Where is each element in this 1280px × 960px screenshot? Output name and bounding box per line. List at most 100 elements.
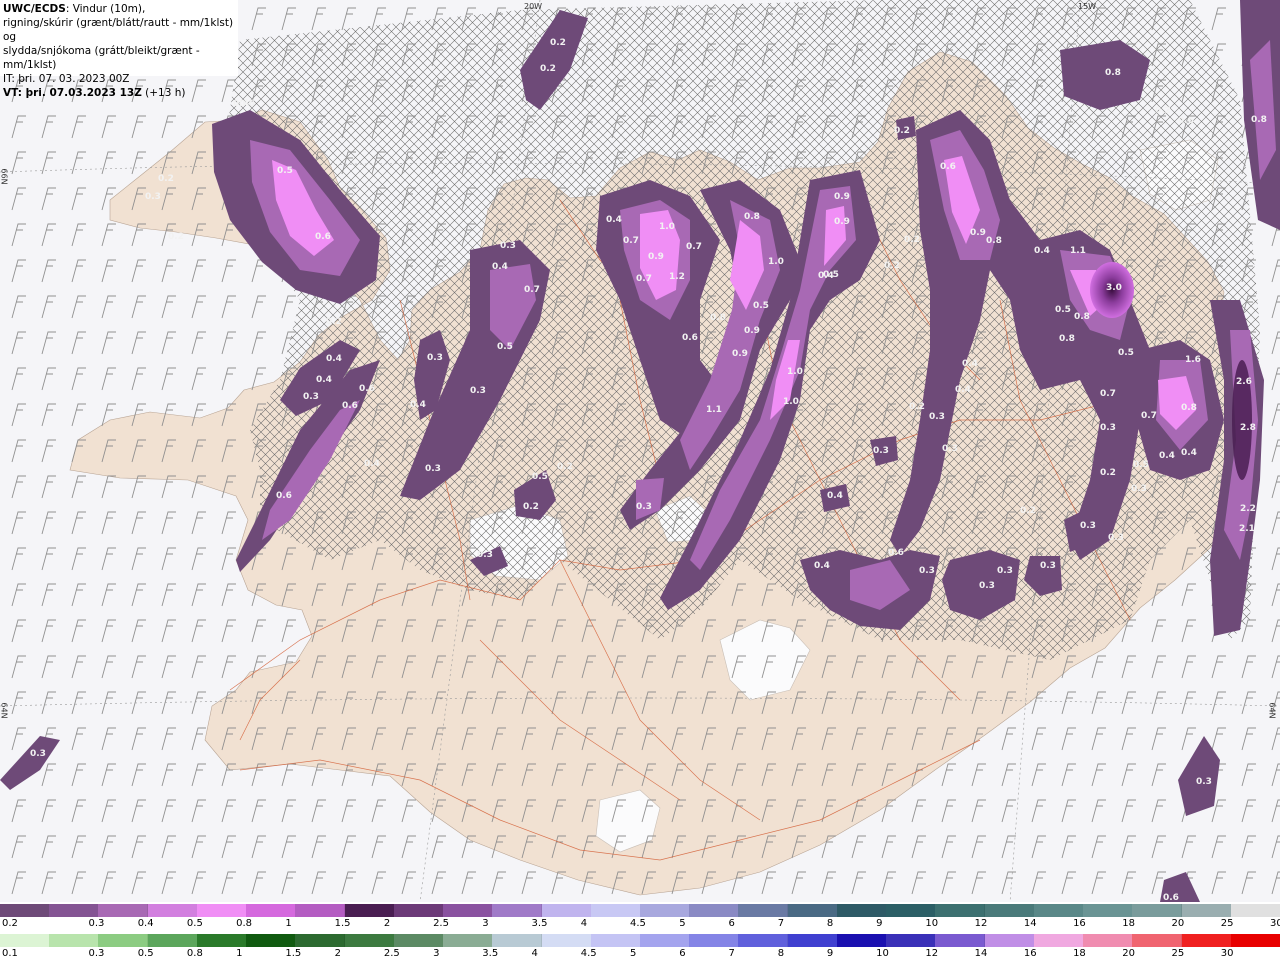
precip-label: 0.2	[168, 232, 184, 242]
legend-label: 1.5	[285, 948, 302, 959]
legend-label: 4.5	[580, 948, 597, 959]
precip-label: 0.2	[909, 402, 925, 412]
legend-label: 12	[974, 918, 988, 929]
precip-label: 1.0	[783, 397, 799, 407]
precip-label: 1.0	[659, 222, 675, 232]
precip-label: 0.6	[276, 491, 292, 501]
precip-label: 0.3	[873, 446, 889, 456]
legend-swatch	[886, 934, 937, 947]
legend-label: 14	[1023, 918, 1037, 929]
legend-label: 5	[679, 918, 686, 929]
legend-swatch	[1181, 934, 1232, 947]
legend-swatch	[147, 934, 198, 947]
precip-label: 0.9	[744, 326, 760, 336]
precip-label: 0.7	[524, 285, 540, 295]
legend-swatch	[196, 934, 247, 947]
precip-label: 0.2	[326, 317, 342, 327]
legend-label: 30	[1270, 918, 1280, 929]
precip-label: 0.3	[303, 392, 319, 402]
precip-label: 0.9	[648, 252, 664, 262]
legend-label: 0.8	[236, 918, 253, 929]
precip-label: 0.3	[636, 502, 652, 512]
precip-label: 0.3	[979, 581, 995, 591]
legend-label: 0.5	[186, 918, 203, 929]
precip-label: 0.2	[1155, 106, 1171, 116]
legend-swatch	[541, 934, 592, 947]
precip-label: 1.1	[1070, 246, 1086, 256]
legend-label: 2.5	[433, 918, 449, 929]
precip-label: 0.2	[557, 462, 573, 472]
precip-label: 0.5	[497, 342, 513, 352]
precip-label: 1.2	[669, 272, 685, 282]
precip-label: 0.5	[277, 166, 293, 176]
precip-label: 0.3	[425, 464, 441, 474]
precip-label: 0.7	[636, 274, 652, 284]
precip-label: 0.8	[710, 313, 726, 323]
precip-label: 0.5	[1133, 460, 1149, 470]
legend-label: 12	[925, 948, 939, 959]
graticule-label-64n-right: 64N	[1267, 702, 1277, 719]
precip-label: 0.3	[1131, 484, 1147, 494]
legend-swatch	[246, 904, 297, 917]
forecast-map[interactable]: 0.2 0.2 0.6 0.3 0.2 0.2 0.5 0.6 0.2 0.4 …	[0, 0, 1280, 960]
precip-label: 0.3	[427, 353, 443, 363]
legend-label: 3.5	[531, 918, 548, 929]
precip-label: 1.1	[706, 405, 722, 415]
legend-label: 6	[728, 918, 735, 929]
legend-label: 14	[974, 948, 988, 959]
precip-label: 0.4	[233, 99, 249, 109]
legend-swatch	[640, 904, 690, 917]
legend-label: 30	[1220, 948, 1234, 959]
legend-label: 20	[1171, 918, 1185, 929]
legend-label: 0.3	[88, 948, 105, 959]
precip-label: 0.4	[606, 215, 622, 225]
legend-swatch	[689, 904, 740, 917]
snow-legend-bar	[0, 904, 1280, 917]
legend-swatch	[738, 904, 789, 917]
legend-label: 18	[1073, 948, 1086, 959]
precip-label: 0.3	[997, 566, 1013, 576]
precip-label: 0.4	[1159, 451, 1175, 461]
precip-label: 0.3	[470, 386, 486, 396]
legend-swatch	[492, 904, 543, 917]
legend-swatch	[836, 934, 887, 947]
precip-label: 0.6	[888, 548, 904, 558]
precip-label: 0.8	[1251, 115, 1267, 125]
precip-label: 1.0	[768, 257, 784, 267]
valid-time-offset: (+13 h)	[141, 87, 186, 99]
precip-label: 0.7	[623, 236, 639, 246]
legend-swatch	[1230, 934, 1280, 947]
precip-label: 0.4	[962, 359, 978, 369]
precip-label: 0.3	[30, 749, 46, 759]
legend-swatch	[147, 904, 198, 917]
legend-swatch	[1033, 904, 1084, 917]
legend-swatch	[541, 904, 592, 917]
legend-swatch	[344, 904, 395, 917]
legend-swatch	[886, 904, 937, 917]
legend-swatch	[1083, 934, 1134, 947]
precip-label: 0.9	[834, 217, 850, 227]
legend-swatch	[196, 904, 247, 917]
legend-swatch	[98, 934, 149, 947]
legend-label: 5	[630, 948, 637, 959]
precip-label: 1.0	[787, 367, 803, 377]
legend-swatch	[344, 934, 395, 947]
precip-label: 0.3	[919, 566, 935, 576]
precip-label: 0.8	[1074, 312, 1090, 322]
info-initial-time: IT: þri. 07. 03. 2023 00Z	[3, 73, 130, 85]
legend-swatch	[1083, 904, 1134, 917]
wind-barbs-layer	[0, 0, 1280, 902]
precip-label: 0.4	[827, 491, 843, 501]
legend-swatch	[984, 934, 1035, 947]
legend-swatch	[640, 934, 690, 947]
precip-label: 0.4	[955, 385, 971, 395]
precip-label: 0.4	[326, 354, 342, 364]
legend-swatch	[49, 904, 100, 917]
legend-label: 8	[777, 948, 785, 959]
legend-label: 0.3	[88, 918, 105, 929]
graticule-label-66n: 66N	[0, 168, 9, 185]
precip-label: 0.8	[1059, 334, 1075, 344]
legend-label: 18	[1122, 918, 1136, 929]
legend-label: 0.5	[137, 948, 154, 959]
model-name: UWC/ECDS	[3, 3, 66, 15]
